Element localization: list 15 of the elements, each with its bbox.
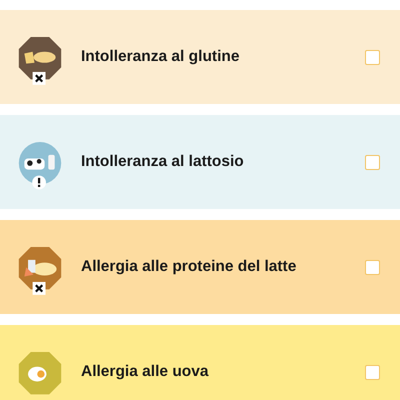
checkbox[interactable] — [365, 154, 380, 170]
allergy-label: Allergia alle proteine del latte — [81, 258, 298, 276]
allergy-label: Allergia alle uova — [81, 363, 210, 381]
allergy-card[interactable]: Intolleranza al glutine — [0, 10, 400, 104]
allergy-label: Intolleranza al lattosio — [81, 153, 245, 171]
cheese-icon — [17, 245, 63, 295]
allergy-card[interactable]: Intolleranza al lattosio — [0, 115, 400, 209]
allergy-card[interactable]: Allergia alle proteine del latte — [0, 220, 400, 314]
allergy-card[interactable]: Allergia alle uova — [0, 325, 400, 400]
checkbox[interactable] — [365, 50, 380, 64]
allergy-label: Intolleranza al glutine — [81, 48, 240, 66]
cow-icon — [17, 140, 63, 190]
checkbox[interactable] — [365, 260, 380, 274]
checkbox[interactable] — [365, 364, 380, 380]
bread-icon — [17, 35, 63, 85]
